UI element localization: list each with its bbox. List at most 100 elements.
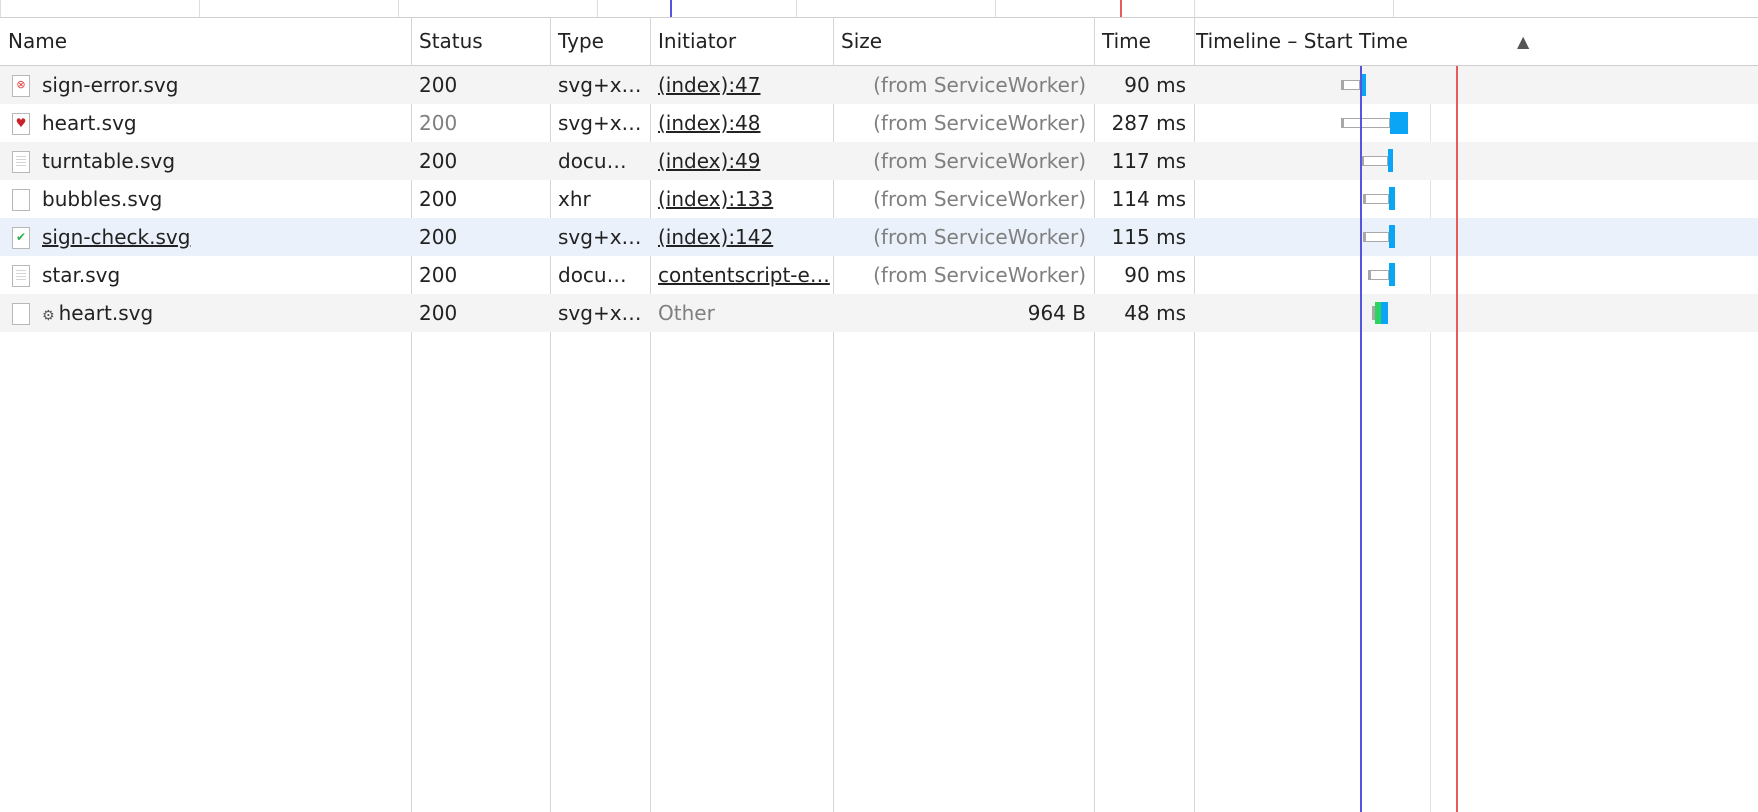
sort-ascending-icon[interactable]: ▲	[1517, 18, 1529, 65]
request-name-text: heart.svg	[58, 301, 154, 325]
initiator-cell: (index):142	[650, 218, 833, 256]
request-row[interactable]: ✔ sign-check.svg 200 svg+x… (index):142 …	[0, 218, 1758, 256]
type-cell: xhr	[558, 187, 591, 211]
blank-file-icon	[12, 303, 30, 325]
request-row[interactable]: ♥ heart.svg 200 svg+x… (index):48 (from …	[0, 104, 1758, 142]
size-cell: 964 B	[1027, 301, 1086, 325]
column-header-name[interactable]: Name	[0, 18, 411, 65]
request-row[interactable]: ⚙ heart.svg 200 svg+x… Other 964 B 48 ms	[0, 294, 1758, 332]
timeline-waiting-bar	[1361, 156, 1388, 166]
time-cell: 115 ms	[1111, 225, 1186, 249]
initiator-link[interactable]: (index):49	[658, 149, 761, 173]
load-event-line	[1456, 66, 1458, 812]
size-cell: (from ServiceWorker)	[873, 225, 1086, 249]
name-cell: ⚙ heart.svg	[0, 294, 411, 332]
initiator-link[interactable]: contentscript-e…	[658, 263, 830, 287]
column-header-size[interactable]: Size	[833, 18, 1094, 65]
timeline-receiving-bar	[1389, 263, 1395, 286]
initiator-cell: Other	[658, 301, 715, 325]
document-icon	[12, 151, 30, 173]
type-cell: svg+x…	[558, 73, 642, 97]
initiator-cell: (index):48	[650, 104, 833, 142]
request-name: bubbles.svg	[42, 187, 163, 211]
status-cell: 200	[419, 149, 458, 173]
overview-load-marker	[1120, 0, 1122, 17]
time-cell: 117 ms	[1111, 149, 1186, 173]
request-name: sign-error.svg	[42, 73, 179, 97]
request-row[interactable]: ⊗ sign-error.svg 200 svg+x… (index):47 (…	[0, 66, 1758, 104]
request-name: heart.svg	[42, 111, 137, 135]
size-cell: (from ServiceWorker)	[873, 149, 1086, 173]
initiator-cell: (index):49	[650, 142, 833, 180]
request-row[interactable]: turntable.svg 200 docu… (index):49 (from…	[0, 142, 1758, 180]
gear-icon: ⚙	[42, 308, 55, 324]
initiator-link[interactable]: (index):133	[658, 187, 773, 211]
time-cell: 48 ms	[1124, 301, 1186, 325]
overview-tick	[398, 0, 399, 17]
timeline-receiving-bar	[1389, 187, 1395, 210]
overview-tick	[995, 0, 996, 17]
status-cell: 200	[419, 111, 458, 135]
timeline-receiving-bar	[1389, 225, 1395, 248]
timeline-waiting-bar	[1341, 80, 1360, 90]
overview-tick	[0, 0, 1, 17]
timeline-waiting-bar	[1368, 270, 1389, 280]
status-cell: 200	[419, 301, 458, 325]
size-cell: (from ServiceWorker)	[873, 187, 1086, 211]
timeline-receiving-bar	[1388, 149, 1393, 172]
name-cell: ✔ sign-check.svg	[0, 218, 411, 256]
column-header-status[interactable]: Status	[411, 18, 550, 65]
size-cell: (from ServiceWorker)	[873, 263, 1086, 287]
document-icon	[12, 265, 30, 287]
overview-tick	[199, 0, 200, 17]
overview-dom-content-loaded-marker	[670, 0, 672, 17]
initiator-cell: contentscript-e…	[650, 256, 833, 294]
dom-content-loaded-line	[1360, 66, 1362, 812]
type-cell: svg+x…	[558, 111, 642, 135]
type-cell: svg+x…	[558, 301, 642, 325]
timeline-receiving-bar	[1381, 302, 1388, 324]
initiator-link[interactable]: (index):47	[658, 73, 761, 97]
name-cell: ♥ heart.svg	[0, 104, 411, 142]
type-cell: svg+x…	[558, 225, 642, 249]
status-cell: 200	[419, 187, 458, 211]
request-name: ⚙ heart.svg	[42, 294, 153, 332]
initiator-cell: (index):47	[650, 66, 833, 104]
overview-tick	[1393, 0, 1394, 17]
network-table-header: Name Status Type Initiator Size Time Tim…	[0, 18, 1758, 66]
time-cell: 90 ms	[1124, 263, 1186, 287]
error-image-icon: ⊗	[12, 75, 30, 97]
request-name: star.svg	[42, 263, 121, 287]
name-cell: bubbles.svg	[0, 180, 411, 218]
overview-tick	[1194, 0, 1195, 17]
timeline-overview[interactable]	[0, 0, 1758, 18]
time-cell: 287 ms	[1111, 111, 1186, 135]
request-name: turntable.svg	[42, 149, 176, 173]
status-cell: 200	[419, 225, 458, 249]
status-cell: 200	[419, 73, 458, 97]
column-header-timeline[interactable]: Timeline – Start Time	[1194, 18, 1430, 65]
timeline-receiving-bar	[1390, 112, 1408, 134]
request-row[interactable]: bubbles.svg 200 xhr (index):133 (from Se…	[0, 180, 1758, 218]
overview-tick	[597, 0, 598, 17]
name-cell: ⊗ sign-error.svg	[0, 66, 411, 104]
size-cell: (from ServiceWorker)	[873, 73, 1086, 97]
column-header-initiator[interactable]: Initiator	[650, 18, 833, 65]
initiator-link[interactable]: (index):48	[658, 111, 761, 135]
column-header-type[interactable]: Type	[550, 18, 650, 65]
column-header-time[interactable]: Time	[1094, 18, 1194, 65]
initiator-cell: (index):133	[650, 180, 833, 218]
blank-file-icon	[12, 189, 30, 211]
heart-image-icon: ♥	[12, 113, 30, 135]
request-name[interactable]: sign-check.svg	[42, 218, 190, 256]
time-cell: 114 ms	[1111, 187, 1186, 211]
check-image-icon: ✔	[12, 227, 30, 249]
initiator-link[interactable]: (index):142	[658, 225, 773, 249]
name-cell: star.svg	[0, 256, 411, 294]
timeline-waiting-bar	[1363, 232, 1389, 242]
request-row[interactable]: star.svg 200 docu… contentscript-e… (fro…	[0, 256, 1758, 294]
name-cell: turntable.svg	[0, 142, 411, 180]
timeline-waiting-bar	[1341, 118, 1390, 128]
size-cell: (from ServiceWorker)	[873, 111, 1086, 135]
status-cell: 200	[419, 263, 458, 287]
